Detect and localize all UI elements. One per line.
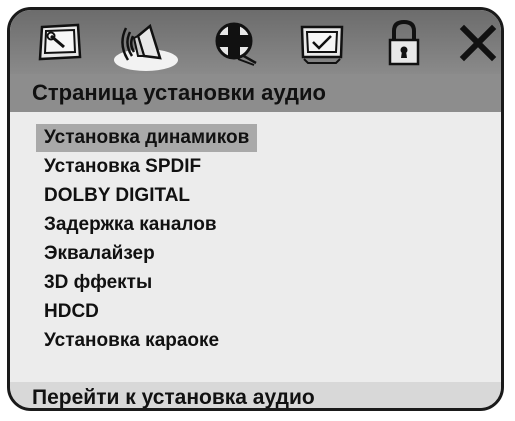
audio-setup-icon [121, 23, 162, 61]
menu-item-equalizer[interactable]: Эквалайзер [36, 240, 163, 268]
menu-item-karaoke-setup[interactable]: Установка караоке [36, 327, 227, 355]
setup-menu-window: Страница установки аудио Установка динам… [7, 7, 504, 411]
page-title: Страница установки аудио [10, 74, 501, 112]
menu-item-dolby-digital[interactable]: DOLBY DIGITAL [36, 182, 198, 210]
status-hint: Перейти к установка аудио [10, 382, 501, 408]
audio-setup-menu: Установка динамиков Установка SPDIF DOLB… [10, 112, 501, 380]
password-lock-icon [388, 19, 420, 66]
setup-toolbar [10, 10, 501, 74]
menu-item-3d-effects[interactable]: 3D ффекты [36, 269, 160, 297]
menu-item-channel-delay[interactable]: Задержка каналов [36, 211, 225, 239]
close-icon [459, 24, 497, 62]
general-setup-icon [38, 23, 82, 61]
preference-icon [300, 25, 344, 64]
tab-password[interactable] [374, 16, 434, 70]
tab-general-setup[interactable] [30, 16, 90, 70]
tab-exit[interactable] [448, 16, 501, 70]
tab-preference[interactable] [292, 16, 352, 70]
tab-video-setup[interactable] [204, 16, 264, 70]
menu-item-spdif-setup[interactable]: Установка SPDIF [36, 153, 209, 181]
menu-item-hdcd[interactable]: HDCD [36, 298, 107, 326]
video-setup-icon [215, 22, 257, 66]
tab-audio-setup[interactable] [114, 16, 178, 71]
menu-item-speaker-setup[interactable]: Установка динамиков [36, 124, 258, 152]
